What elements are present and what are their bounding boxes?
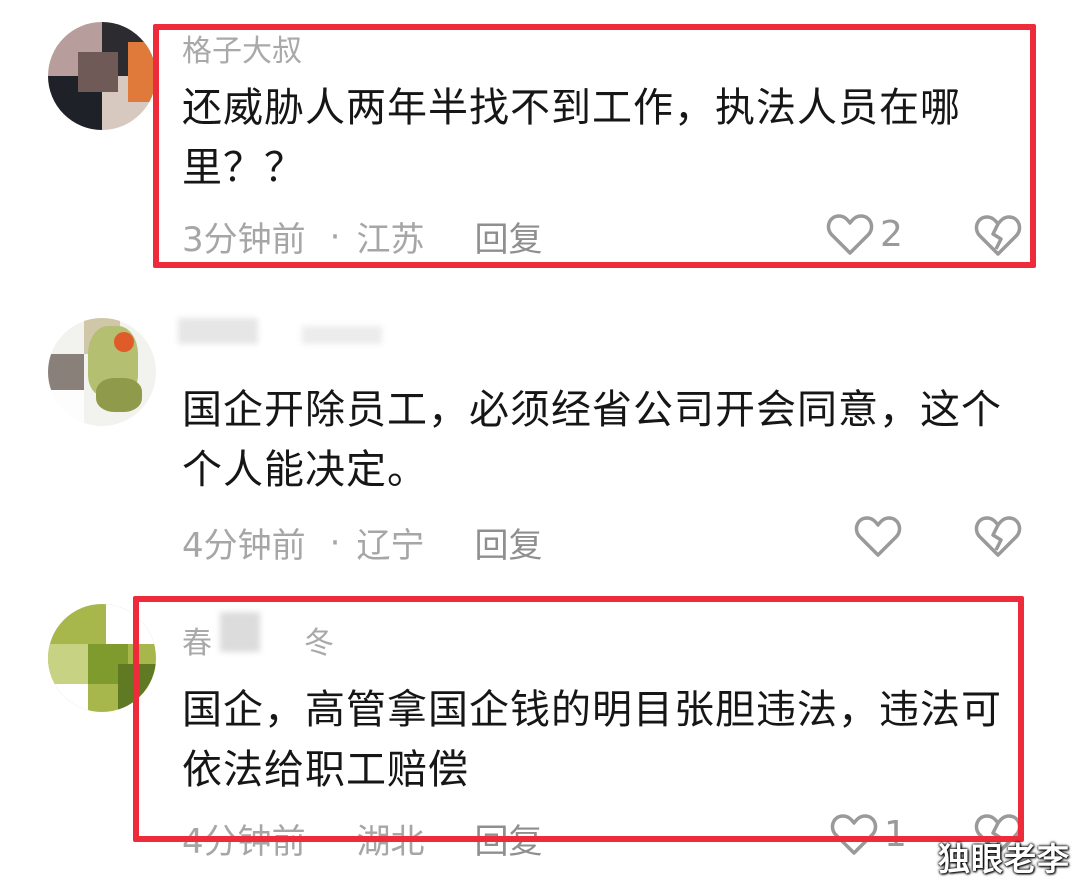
- heart-outline-icon: [830, 812, 878, 856]
- comment-text: 国企，高管拿国企钱的明目张胆违法，违法可依法给职工赔偿: [182, 687, 1002, 793]
- username-blurred: [220, 612, 260, 652]
- comment-item-3: 春 冬 国企，高管拿国企钱的明目张胆违法，违法可依法给职工赔偿 4分钟前 · 湖北…: [0, 0, 1080, 894]
- user-avatar[interactable]: [48, 604, 156, 712]
- username-start: 春: [182, 626, 212, 661]
- comment-location: 湖北: [356, 822, 425, 862]
- like-count: 1: [884, 813, 907, 855]
- comment-time: 4分钟前: [182, 822, 306, 862]
- reply-button[interactable]: 回复: [474, 814, 542, 863]
- watermark: 独眼老李: [937, 840, 1070, 878]
- comment-list: 格子大叔 还威胁人两年半找不到工作，执法人员在哪里？？ 3分钟前 · 江苏 回复…: [0, 0, 1080, 894]
- username-end: 冬: [304, 626, 334, 661]
- like-button[interactable]: 1: [830, 812, 907, 856]
- comment-meta: 4分钟前 · 湖北 回复: [182, 814, 542, 863]
- meta-separator: ·: [329, 818, 341, 859]
